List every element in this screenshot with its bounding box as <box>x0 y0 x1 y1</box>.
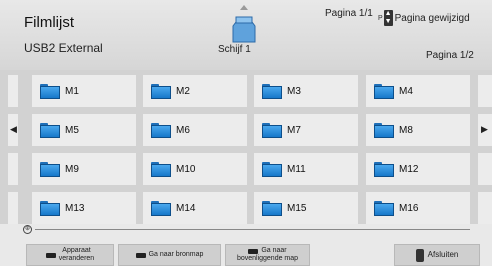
folder-tile[interactable]: M15 <box>254 192 358 224</box>
folder-icon <box>262 122 282 138</box>
folder-tile[interactable]: M10 <box>143 153 247 185</box>
page-indicator-right: Pagina 1/2 <box>426 50 474 61</box>
go-parent-label-1: Ga naar <box>261 247 287 254</box>
folder-label: M3 <box>287 85 301 97</box>
exit-button[interactable]: Afsluiten <box>394 244 480 266</box>
folder-tile[interactable]: M2 <box>143 75 247 107</box>
folder-grid: M1 M2 M3 M4 M5 M6 M7 M8 M9 M10 M11 M12 M… <box>0 70 492 224</box>
folder-label: M11 <box>287 163 306 175</box>
folder-tile[interactable]: M3 <box>254 75 358 107</box>
folder-tile[interactable]: M12 <box>366 153 470 185</box>
folder-icon <box>374 122 394 138</box>
folder-label: M13 <box>65 202 85 214</box>
exit-label: Afsluiten <box>427 250 459 259</box>
page-change-hint: P ▲ ▼ Pagina gewijzigd <box>378 10 470 26</box>
edge-tile <box>478 153 492 185</box>
folder-icon <box>40 161 60 177</box>
folder-icon <box>374 83 394 99</box>
folder-label: M6 <box>176 124 190 136</box>
drive-label: Schijf 1 <box>218 44 251 55</box>
folder-icon <box>151 83 171 99</box>
folder-label: M10 <box>176 163 196 175</box>
arrow-right-icon[interactable]: ▶ <box>481 124 488 135</box>
page-updown-icon: ▲ ▼ <box>383 10 393 26</box>
go-parent-label-2: bovenliggende map <box>236 255 299 262</box>
folder-icon <box>40 122 60 138</box>
edge-tile <box>478 75 492 107</box>
folder-icon <box>40 83 60 99</box>
color-key-icon <box>248 248 259 254</box>
folder-tile[interactable]: M7 <box>254 114 358 146</box>
change-device-label-1: Apparaat <box>62 247 91 254</box>
header: Filmlijst USB2 External Schijf 1 Pagina … <box>0 0 492 70</box>
folder-icon <box>151 122 171 138</box>
folder-tile[interactable]: M11 <box>254 153 358 185</box>
arrow-left-icon[interactable]: ◀ <box>10 124 17 135</box>
change-device-label-2: veranderen <box>58 255 95 262</box>
folder-label: M12 <box>399 163 419 175</box>
edge-tile <box>8 192 18 224</box>
page-change-label: Pagina gewijzigd <box>394 12 470 24</box>
folder-label: M4 <box>399 85 413 97</box>
folder-icon <box>151 161 171 177</box>
folder-label: M16 <box>399 202 419 214</box>
scroll-icon: ⊕ <box>23 225 32 234</box>
folder-icon <box>151 200 171 216</box>
color-key-icon <box>135 252 146 258</box>
arrow-up-icon <box>240 5 248 10</box>
folder-tile[interactable]: M5 <box>32 114 136 146</box>
folder-icon <box>374 200 394 216</box>
go-parent-button[interactable]: Ga naar bovenliggende map <box>225 244 310 266</box>
folder-label: M15 <box>287 202 307 214</box>
folder-label: M7 <box>287 124 301 136</box>
folder-tile[interactable]: M6 <box>143 114 247 146</box>
page-indicator-top: Pagina 1/1 <box>325 8 373 19</box>
device-name: USB2 External <box>24 41 103 55</box>
page-title: Filmlijst <box>24 14 74 31</box>
folder-icon <box>262 200 282 216</box>
folder-label: M14 <box>176 202 196 214</box>
folder-tile[interactable]: M8 <box>366 114 470 146</box>
usb-drive-icon[interactable] <box>230 4 258 44</box>
folder-tile[interactable]: M14 <box>143 192 247 224</box>
folder-label: M9 <box>65 163 79 175</box>
folder-tile[interactable]: M16 <box>366 192 470 224</box>
go-source-button[interactable]: Ga naar bronmap <box>118 244 221 266</box>
scroll-track[interactable] <box>35 229 470 230</box>
folder-icon <box>262 83 282 99</box>
folder-label: M5 <box>65 124 79 136</box>
folder-icon <box>262 161 282 177</box>
edge-tile <box>8 153 18 185</box>
folder-icon <box>40 200 60 216</box>
go-source-label: Ga naar bronmap <box>148 251 204 258</box>
folder-tile[interactable]: M1 <box>32 75 136 107</box>
p-key-letter: P <box>378 14 383 22</box>
folder-tile[interactable]: M13 <box>32 192 136 224</box>
folder-label: M8 <box>399 124 413 136</box>
exit-key-icon <box>415 248 424 262</box>
folder-tile[interactable]: M4 <box>366 75 470 107</box>
edge-tile <box>478 192 492 224</box>
folder-label: M1 <box>65 85 79 97</box>
color-key-icon <box>45 252 56 258</box>
edge-tile <box>8 75 18 107</box>
folder-tile[interactable]: M9 <box>32 153 136 185</box>
change-device-button[interactable]: Apparaat veranderen <box>26 244 114 266</box>
folder-label: M2 <box>176 85 190 97</box>
folder-icon <box>374 161 394 177</box>
